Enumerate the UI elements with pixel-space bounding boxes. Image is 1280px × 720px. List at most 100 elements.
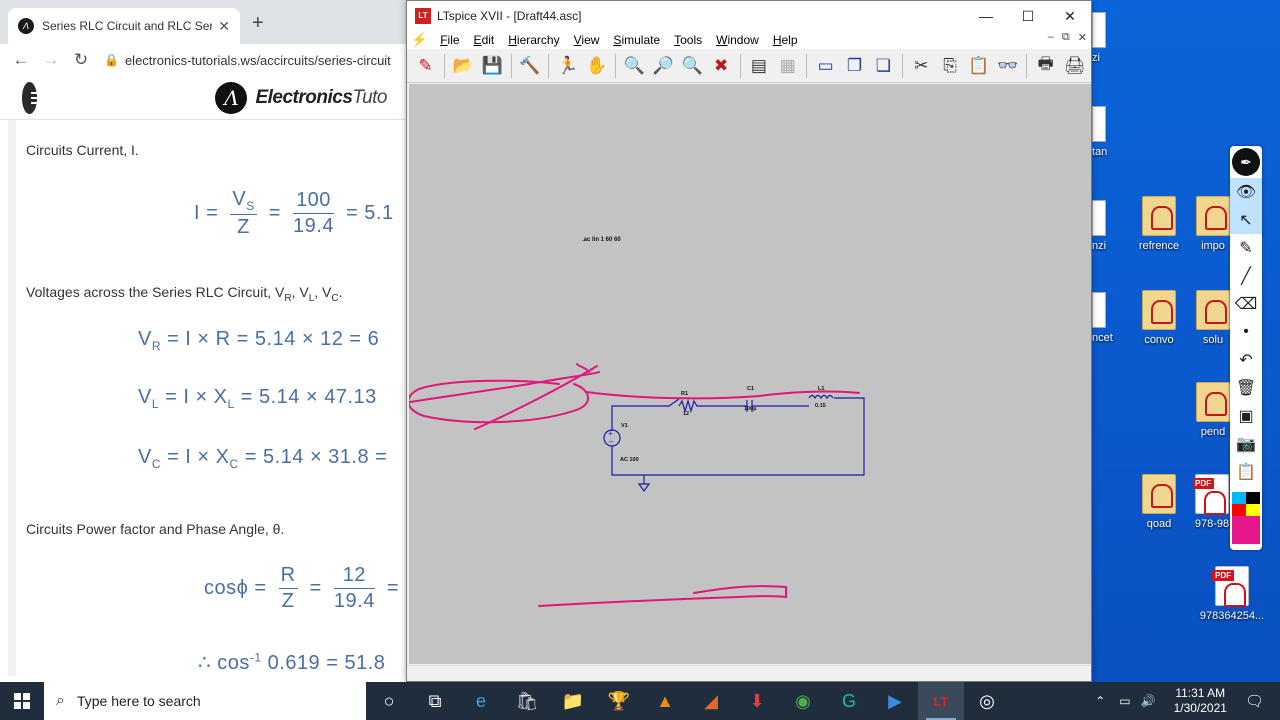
- taskbar-clock[interactable]: 11:31 AM 1/30/2021: [1174, 686, 1227, 716]
- copy-icon[interactable]: ⎘: [938, 53, 963, 79]
- desktop-icon-qoad[interactable]: qoad: [1124, 474, 1194, 530]
- eye-icon[interactable]: 👁: [1230, 178, 1262, 206]
- file-explorer-icon[interactable]: 📁: [550, 682, 596, 720]
- desktop-icon-impo[interactable]: impo: [1196, 196, 1230, 252]
- highlighter-icon[interactable]: ✎: [1230, 234, 1262, 262]
- video-icon[interactable]: ▶: [872, 682, 918, 720]
- desktop-icon-convo[interactable]: convo: [1124, 290, 1194, 346]
- desktop-icon-pend[interactable]: pend: [1196, 382, 1230, 438]
- desktop-icon-partial-2[interactable]: tan: [1092, 106, 1107, 158]
- screen-icon[interactable]: ▣: [1230, 402, 1262, 430]
- r1-value-label[interactable]: 12: [683, 411, 689, 417]
- tile-horizontal-icon[interactable]: ▭: [813, 53, 838, 79]
- taskbar-search[interactable]: ⌕ Type here to search: [44, 682, 366, 720]
- hamburger-menu-icon[interactable]: [22, 81, 45, 114]
- edge-icon[interactable]: e: [458, 682, 504, 720]
- tile-vertical-icon[interactable]: ❏: [871, 53, 896, 79]
- obs-icon[interactable]: ◎: [964, 682, 1010, 720]
- mdi-minimize-button[interactable]: –: [1048, 31, 1054, 44]
- print-preview-icon[interactable]: 🖶: [1033, 53, 1058, 79]
- pen-icon[interactable]: ✒: [1232, 148, 1260, 176]
- task-view-icon[interactable]: ⧉: [412, 682, 458, 720]
- menu-tools[interactable]: Tools: [667, 33, 709, 47]
- vlc-icon[interactable]: ▲: [642, 682, 688, 720]
- pointer-icon[interactable]: ↖: [1230, 206, 1262, 234]
- c1-value-label[interactable]: 100μ: [744, 406, 757, 412]
- site-logo[interactable]: Λ ElectronicsTuto: [215, 81, 387, 114]
- camera-icon[interactable]: 📷: [1230, 430, 1262, 458]
- address-input[interactable]: electronics-tutorials.ws/accircuits/seri…: [125, 53, 391, 68]
- desktop-icon-solu[interactable]: solu: [1196, 290, 1230, 346]
- mdi-close-button[interactable]: ✕: [1078, 31, 1087, 44]
- color-swatch-selected[interactable]: [1232, 516, 1260, 544]
- menu-file[interactable]: File: [433, 33, 466, 47]
- ltspice-menu-icon[interactable]: ⚡: [411, 32, 427, 48]
- close-button[interactable]: ✕: [1049, 1, 1091, 31]
- minimize-button[interactable]: —: [965, 1, 1007, 31]
- dot-icon[interactable]: •: [1230, 318, 1262, 346]
- line-icon[interactable]: ╱: [1230, 262, 1262, 290]
- ltspice-icon[interactable]: LT: [918, 682, 964, 720]
- control-panel-icon[interactable]: 🔨: [518, 53, 543, 79]
- volume-icon[interactable]: 🔊: [1141, 694, 1156, 708]
- undo-icon[interactable]: ↶: [1230, 346, 1262, 374]
- ltspice-title-bar[interactable]: LT LTspice XVII - [Draft44.asc] — ☐ ✕: [407, 1, 1091, 31]
- close-tab-icon[interactable]: ✕: [218, 18, 230, 35]
- reload-icon[interactable]: ↻: [70, 50, 92, 70]
- c1-name-label[interactable]: C1: [747, 386, 754, 392]
- spice-directive-text[interactable]: .ac lin 1 60 60: [582, 237, 621, 243]
- new-schematic-icon[interactable]: ✎: [413, 53, 438, 79]
- cascade-icon[interactable]: ❐: [842, 53, 867, 79]
- browser-tab[interactable]: Λ Series RLC Circuit and RLC Series ✕: [8, 8, 240, 44]
- windows-start-button[interactable]: [0, 682, 44, 720]
- grid-icon[interactable]: ▦: [775, 53, 800, 79]
- menu-help[interactable]: Help: [766, 33, 805, 47]
- chrome-icon[interactable]: ◉: [780, 682, 826, 720]
- desktop-icon-978-98[interactable]: PDF 978-98: [1194, 474, 1230, 530]
- save-icon[interactable]: 💾: [480, 53, 505, 79]
- l1-value-label[interactable]: 0.15: [815, 403, 826, 409]
- new-tab-button[interactable]: +: [252, 12, 264, 35]
- color-swatch[interactable]: [1232, 492, 1246, 504]
- color-swatch[interactable]: [1246, 504, 1260, 516]
- store-icon[interactable]: 🛍: [504, 682, 550, 720]
- forward-arrow-icon[interactable]: →: [40, 50, 62, 70]
- menu-view[interactable]: View: [567, 33, 607, 47]
- desktop-icon-978364254[interactable]: PDF 978364254...: [1194, 566, 1270, 622]
- v1-value-label[interactable]: AC 100: [620, 457, 639, 463]
- color-swatch[interactable]: [1232, 504, 1246, 516]
- grammarly-icon[interactable]: G: [826, 682, 872, 720]
- open-icon[interactable]: 📂: [451, 53, 476, 79]
- v1-name-label[interactable]: V1: [621, 423, 628, 429]
- schematic-canvas[interactable]: .ac lin 1 60 60 + – R1 12 C1 100μ L1 0.1…: [409, 84, 1091, 664]
- halt-icon[interactable]: ✋: [584, 53, 609, 79]
- trash-icon[interactable]: 🗑: [1230, 374, 1262, 402]
- desktop-icon-partial-3[interactable]: nzi: [1092, 200, 1106, 252]
- r1-name-label[interactable]: R1: [681, 391, 688, 397]
- cut-icon[interactable]: ✂: [909, 53, 934, 79]
- menu-simulate[interactable]: Simulate: [606, 33, 667, 47]
- zoom-in-icon[interactable]: 🔍: [622, 53, 647, 79]
- desktop-icon-refrence[interactable]: refrence: [1124, 196, 1194, 252]
- mdi-restore-button[interactable]: ⧉: [1062, 31, 1070, 44]
- autorange-icon[interactable]: ▤: [747, 53, 772, 79]
- pan-icon[interactable]: 🔎: [651, 53, 676, 79]
- desktop-icon-partial-4[interactable]: ncet: [1092, 292, 1113, 344]
- paste-icon[interactable]: 📋: [967, 53, 992, 79]
- eraser-icon[interactable]: ⌫: [1230, 290, 1262, 318]
- menu-window[interactable]: Window: [709, 33, 766, 47]
- menu-hierarchy[interactable]: Hierarchy: [501, 33, 566, 47]
- desktop-icon-partial-1[interactable]: zi: [1092, 12, 1106, 64]
- find-icon[interactable]: 👓: [995, 53, 1020, 79]
- tray-chevron-icon[interactable]: ⌃: [1095, 694, 1105, 708]
- notifications-icon[interactable]: 🗨: [1245, 692, 1264, 710]
- run-icon[interactable]: 🏃: [555, 53, 580, 79]
- network-icon[interactable]: ▭: [1119, 694, 1130, 708]
- print-icon[interactable]: 🖨: [1062, 53, 1087, 79]
- menu-edit[interactable]: Edit: [467, 33, 502, 47]
- matlab-icon[interactable]: ◢: [688, 682, 734, 720]
- back-arrow-icon[interactable]: ←: [10, 50, 32, 70]
- clipboard-icon[interactable]: 📋: [1230, 458, 1262, 486]
- lock-icon[interactable]: 🔒: [104, 53, 119, 67]
- cortana-icon[interactable]: ○: [366, 682, 412, 720]
